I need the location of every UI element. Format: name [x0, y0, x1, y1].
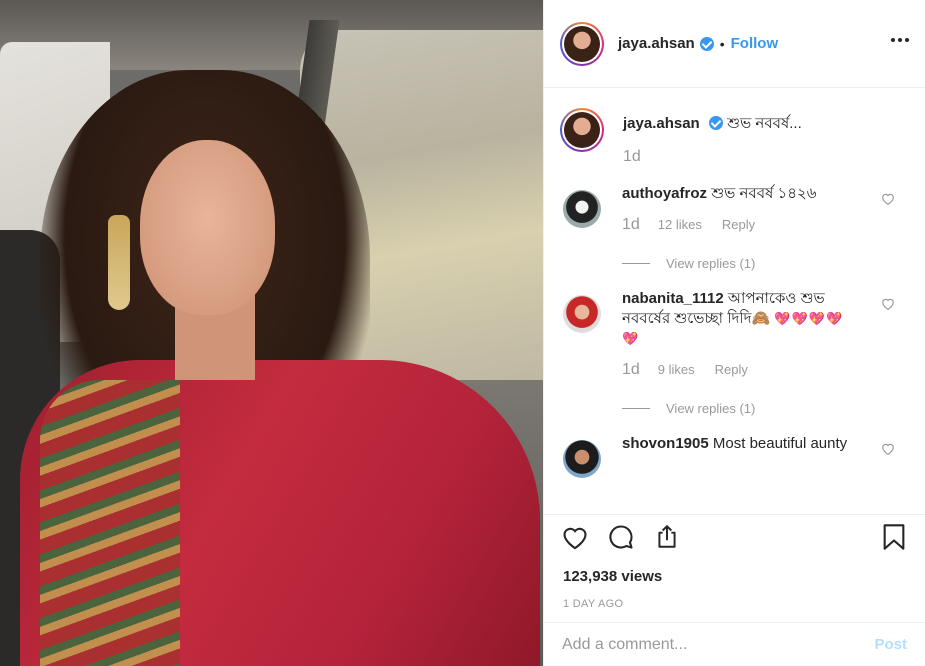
comment-item: shovon1905 Most beautiful aunty	[560, 434, 909, 478]
author-avatar[interactable]	[560, 21, 604, 66]
caption-age[interactable]: 1d	[623, 148, 802, 166]
reply-button[interactable]: Reply	[715, 362, 748, 377]
verified-icon	[708, 116, 723, 130]
post-header: jaya.ahsan • Follow	[544, 0, 925, 88]
comment-age[interactable]: 1d	[622, 216, 640, 234]
comment-username[interactable]: shovon1905	[622, 435, 709, 452]
caption-text: শুভ নববর্ষ...	[727, 115, 802, 132]
separator-dot: •	[719, 35, 725, 52]
add-comment-bar: Post	[544, 622, 925, 666]
view-replies-button[interactable]: View replies (1)	[622, 401, 909, 416]
divider-line	[622, 263, 650, 264]
heart-icon[interactable]	[881, 442, 895, 455]
post-date[interactable]: 1 DAY AGO	[563, 598, 623, 610]
heart-icon[interactable]	[560, 522, 590, 552]
more-icon[interactable]	[891, 38, 909, 42]
view-replies-label: View replies (1)	[666, 401, 756, 416]
comment-likes[interactable]: 9 likes	[658, 362, 695, 377]
heart-icon[interactable]	[881, 192, 895, 205]
view-replies-button[interactable]: View replies (1)	[622, 256, 909, 271]
comment-item: authoyafroz শুভ নববর্ষ ১৪২৬ 1d 12 likes …	[560, 184, 909, 234]
commenter-avatar[interactable]	[563, 295, 601, 333]
comment-text: Most beautiful aunty	[712, 435, 848, 452]
comment-username[interactable]: authoyafroz	[622, 185, 707, 202]
view-count[interactable]: 123,938 views	[563, 568, 662, 585]
action-bar	[544, 514, 925, 558]
comment-icon[interactable]	[606, 522, 636, 552]
follow-button[interactable]: Follow	[731, 35, 779, 52]
caption-username[interactable]: jaya.ahsan	[623, 115, 700, 132]
reply-button[interactable]: Reply	[722, 217, 755, 232]
post-panel: jaya.ahsan • Follow jaya.ahsan শুভ নববর্…	[543, 0, 925, 666]
author-username[interactable]: jaya.ahsan	[618, 35, 695, 52]
bookmark-icon[interactable]	[879, 522, 909, 552]
earring	[108, 215, 130, 310]
post-media[interactable]	[0, 0, 543, 666]
post-caption: jaya.ahsan শুভ নববর্ষ... 1d	[560, 108, 909, 166]
commenter-avatar[interactable]	[563, 440, 601, 478]
comment-input[interactable]	[562, 635, 875, 654]
view-replies-label: View replies (1)	[666, 256, 756, 271]
caption-avatar[interactable]	[560, 108, 604, 152]
divider-line	[622, 408, 650, 409]
share-icon[interactable]	[652, 522, 682, 552]
comment-username[interactable]: nabanita_1112	[622, 290, 724, 307]
heart-icon[interactable]	[881, 297, 895, 310]
comment-item: nabanita_1112 আপনাকেও শুভ নববর্ষের শুভেচ…	[560, 289, 909, 379]
comment-age[interactable]: 1d	[622, 361, 640, 379]
comment-likes[interactable]: 12 likes	[658, 217, 702, 232]
post-button[interactable]: Post	[874, 636, 907, 653]
comments-list[interactable]: jaya.ahsan শুভ নববর্ষ... 1d authoyafroz …	[544, 89, 925, 513]
person-face	[140, 140, 275, 315]
commenter-avatar[interactable]	[563, 190, 601, 228]
saree-border	[40, 380, 180, 666]
comment-text: শুভ নববর্ষ ১৪২৬	[711, 185, 817, 202]
verified-icon	[699, 36, 714, 51]
